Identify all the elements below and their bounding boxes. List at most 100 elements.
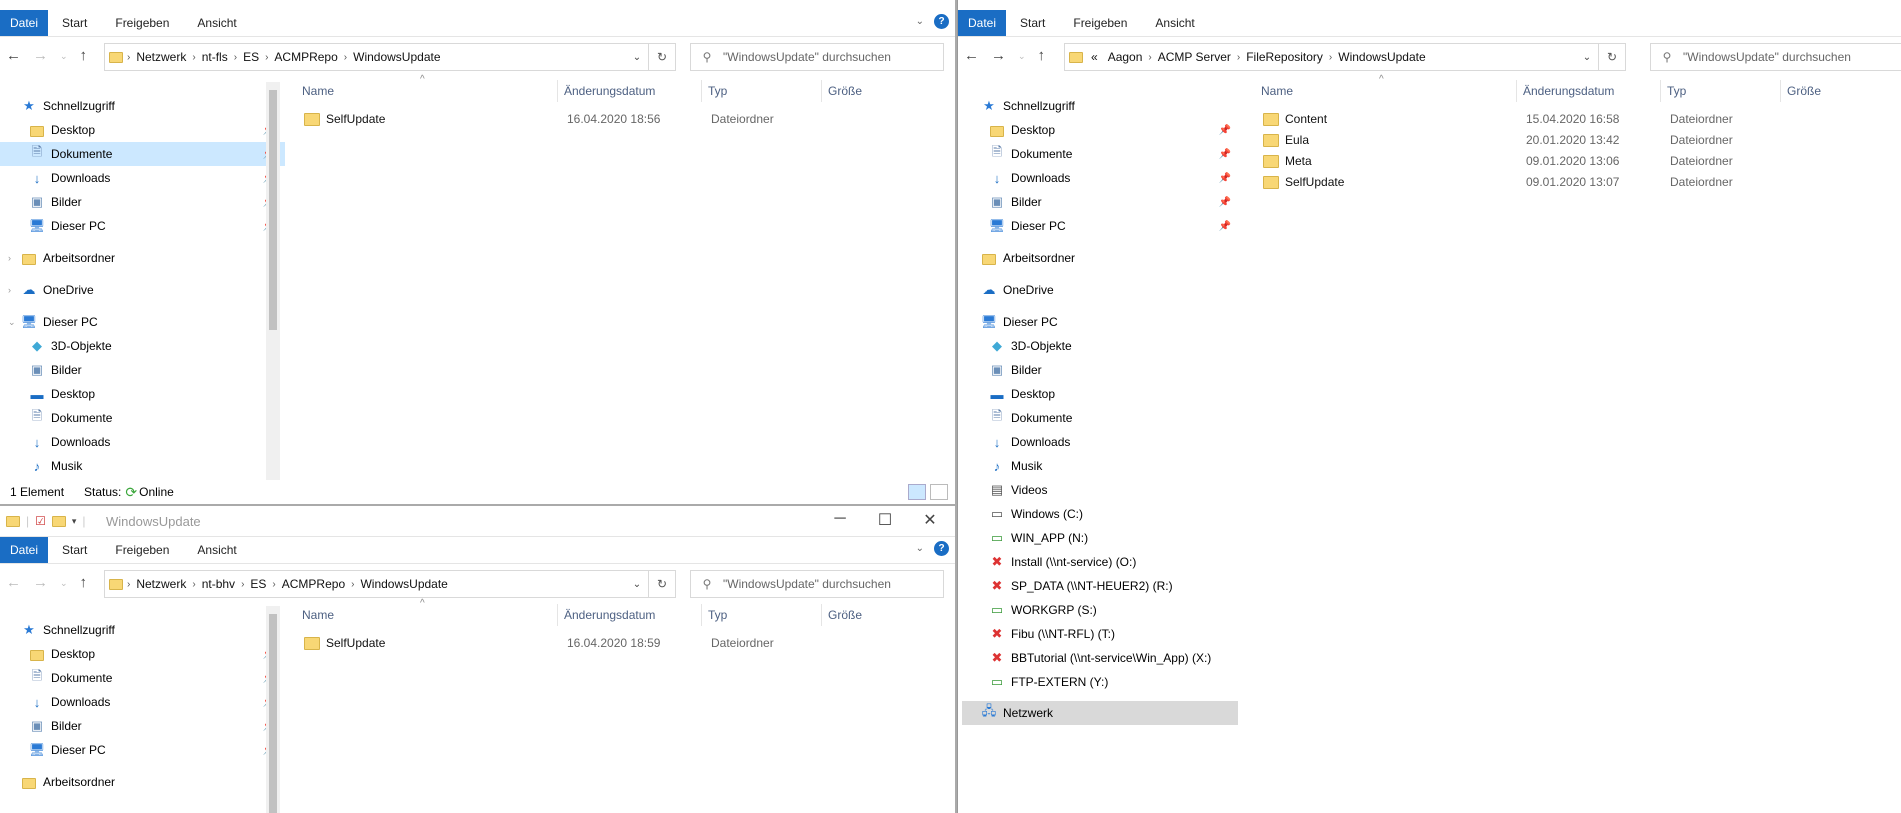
nav-item-3d-objekte[interactable]: ◆ 3D-Objekte <box>0 334 285 358</box>
nav-item-downloads[interactable]: ↓Downloads📌 <box>0 690 285 714</box>
nav-item-drive-x[interactable]: ✖ BBTutorial (\\nt-service\Win_App) (X:) <box>958 646 1241 670</box>
breadcrumb-item[interactable]: WindowsUpdate <box>347 50 446 64</box>
file-row[interactable]: Meta 09.01.2020 13:06 Dateiordner <box>1255 151 1790 171</box>
help-icon[interactable]: ? <box>934 14 949 29</box>
column-size[interactable]: Größe <box>822 604 942 626</box>
nav-item-videos[interactable]: ▤ Videos <box>958 478 1241 502</box>
nav-item-bilder[interactable]: ▣Bilder📌 <box>0 714 285 738</box>
column-date[interactable]: Änderungsdatum <box>1517 80 1661 102</box>
pin-icon[interactable]: 📌 <box>1219 149 1231 160</box>
large-icons-view-icon[interactable] <box>930 484 948 500</box>
nav-item-dokumente[interactable]: 🗎Dokumente📌 <box>0 666 285 690</box>
ribbon-expand-icon[interactable]: ⌄ <box>916 543 924 554</box>
breadcrumb-item[interactable]: WindowsUpdate <box>1332 50 1431 64</box>
file-row[interactable]: SelfUpdate 16.04.2020 18:56 Dateiordner <box>296 109 831 129</box>
nav-item-dokumente-pc[interactable]: 🗎 Dokumente <box>0 406 285 430</box>
nav-item-arbeitsordner[interactable]: Arbeitsordner <box>0 770 285 794</box>
nav-item-desktop[interactable]: Desktop📌 <box>958 118 1241 142</box>
refresh-icon[interactable]: ↻ <box>648 44 675 70</box>
nav-item-desktop[interactable]: Desktop📌 <box>0 118 285 142</box>
nav-scrollbar[interactable] <box>266 606 280 813</box>
address-bar[interactable]: › Netzwerk › nt-fls › ES › ACMPRepo › Wi… <box>104 43 676 71</box>
recent-locations-icon[interactable]: ⌄ <box>1018 47 1026 64</box>
column-size[interactable]: Größe <box>822 80 942 102</box>
arrow-right-icon[interactable]: → <box>33 574 48 591</box>
address-bar[interactable]: « Aagon › ACMP Server › FileRepository ›… <box>1064 43 1626 71</box>
recent-locations-icon[interactable]: ⌄ <box>60 574 68 591</box>
breadcrumb-item[interactable]: nt-fls <box>196 50 234 64</box>
breadcrumb-overflow[interactable]: « <box>1087 50 1102 64</box>
nav-item-arbeitsordner[interactable]: Arbeitsordner <box>958 246 1241 270</box>
refresh-icon[interactable]: ↻ <box>1598 44 1625 70</box>
address-dropdown-icon[interactable]: ⌄ <box>626 579 648 590</box>
tab-datei[interactable]: Datei <box>0 10 49 36</box>
file-row[interactable]: SelfUpdate 16.04.2020 18:59 Dateiordner <box>296 633 831 653</box>
nav-item-drive-c[interactable]: ▭ Windows (C:) <box>958 502 1241 526</box>
column-type[interactable]: Typ <box>702 604 822 626</box>
nav-item-bilder-pc[interactable]: ▣ Bilder <box>958 358 1241 382</box>
tab-ansicht[interactable]: Ansicht <box>183 10 250 36</box>
chevron-right-icon[interactable]: › <box>8 285 11 295</box>
scrollbar-thumb[interactable] <box>269 614 277 813</box>
nav-item-onedrive[interactable]: ☁ OneDrive <box>958 278 1241 302</box>
nav-item-drive-s[interactable]: ▭ WORKGRP (S:) <box>958 598 1241 622</box>
nav-item-downloads-pc[interactable]: ↓ Downloads <box>958 430 1241 454</box>
customize-toolbar-icon[interactable]: ▾ <box>72 516 77 527</box>
new-folder-icon[interactable] <box>51 515 66 527</box>
file-row[interactable]: SelfUpdate 09.01.2020 13:07 Dateiordner <box>1255 172 1790 192</box>
ribbon-expand-icon[interactable]: ⌄ <box>916 16 924 27</box>
nav-item-dokumente[interactable]: 🗎Dokumente📌 <box>958 142 1241 166</box>
pin-icon[interactable]: 📌 <box>1219 173 1231 184</box>
details-view-icon[interactable] <box>908 484 926 500</box>
nav-item-downloads[interactable]: ↓Downloads📌 <box>958 166 1241 190</box>
nav-item-drive-t[interactable]: ✖ Fibu (\\NT-RFL) (T:) <box>958 622 1241 646</box>
nav-item-arbeitsordner[interactable]: › Arbeitsordner <box>0 246 285 270</box>
nav-scrollbar[interactable] <box>266 82 280 480</box>
refresh-icon[interactable]: ↻ <box>648 571 675 597</box>
address-bar[interactable]: › Netzwerk › nt-bhv › ES › ACMPRepo › Wi… <box>104 570 676 598</box>
nav-item-3d-objekte[interactable]: ◆ 3D-Objekte <box>958 334 1241 358</box>
tab-freigeben[interactable]: Freigeben <box>101 537 183 563</box>
arrow-left-icon[interactable]: ← <box>964 47 979 64</box>
breadcrumb-item[interactable]: ACMP Server <box>1152 50 1237 64</box>
search-input[interactable]: ⚲ "WindowsUpdate" durchsuchen <box>690 43 944 71</box>
pin-icon[interactable]: 📌 <box>1219 197 1231 208</box>
breadcrumb-item[interactable]: ES <box>237 50 265 64</box>
tab-ansicht[interactable]: Ansicht <box>1141 10 1208 36</box>
file-row[interactable]: Content 15.04.2020 16:58 Dateiordner <box>1255 109 1790 129</box>
arrow-up-icon[interactable]: ↑ <box>80 47 88 64</box>
nav-item-onedrive[interactable]: › ☁ OneDrive <box>0 278 285 302</box>
nav-item-dieser-pc-tree[interactable]: ⌄ 🖥 Dieser PC <box>0 310 285 334</box>
file-row[interactable]: Eula 20.01.2020 13:42 Dateiordner <box>1255 130 1790 150</box>
nav-item-downloads[interactable]: ↓Downloads📌 <box>0 166 285 190</box>
chevron-down-icon[interactable]: ⌄ <box>8 317 16 328</box>
column-name[interactable]: Name <box>296 604 558 626</box>
nav-item-schnellzugriff[interactable]: ★ Schnellzugriff <box>958 94 1241 118</box>
nav-item-dokumente[interactable]: 🗎Dokumente📌 <box>0 142 285 166</box>
tab-freigeben[interactable]: Freigeben <box>1059 10 1141 36</box>
nav-item-dieser-pc[interactable]: 🖥Dieser PC📌 <box>0 738 285 762</box>
breadcrumb-item[interactable]: FileRepository <box>1240 50 1329 64</box>
column-type[interactable]: Typ <box>702 80 822 102</box>
chevron-right-icon[interactable]: › <box>8 253 11 263</box>
tab-start[interactable]: Start <box>48 10 101 36</box>
nav-item-desktop[interactable]: Desktop📌 <box>0 642 285 666</box>
help-icon[interactable]: ? <box>934 541 949 556</box>
column-type[interactable]: Typ <box>1661 80 1781 102</box>
maximize-icon[interactable]: ☐ <box>865 510 905 530</box>
nav-item-downloads-pc[interactable]: ↓ Downloads <box>0 430 285 454</box>
recent-locations-icon[interactable]: ⌄ <box>60 47 68 64</box>
nav-item-drive-n[interactable]: ▭ WIN_APP (N:) <box>958 526 1241 550</box>
scrollbar-thumb[interactable] <box>269 90 277 330</box>
arrow-right-icon[interactable]: → <box>33 47 48 64</box>
nav-item-musik[interactable]: ♪ Musik <box>0 454 285 478</box>
nav-item-dokumente-pc[interactable]: 🗎 Dokumente <box>958 406 1241 430</box>
tab-datei[interactable]: Datei <box>958 10 1007 36</box>
nav-item-schnellzugriff[interactable]: ★ Schnellzugriff <box>0 618 285 642</box>
nav-item-dieser-pc[interactable]: 🖥Dieser PC📌 <box>0 214 285 238</box>
breadcrumb-item[interactable]: ACMPRepo <box>276 577 351 591</box>
nav-item-bilder-pc[interactable]: ▣ Bilder <box>0 358 285 382</box>
search-input[interactable]: ⚲ "WindowsUpdate" durchsuchen <box>1650 43 1901 71</box>
column-date[interactable]: Änderungsdatum <box>558 604 702 626</box>
column-date[interactable]: Änderungsdatum <box>558 80 702 102</box>
